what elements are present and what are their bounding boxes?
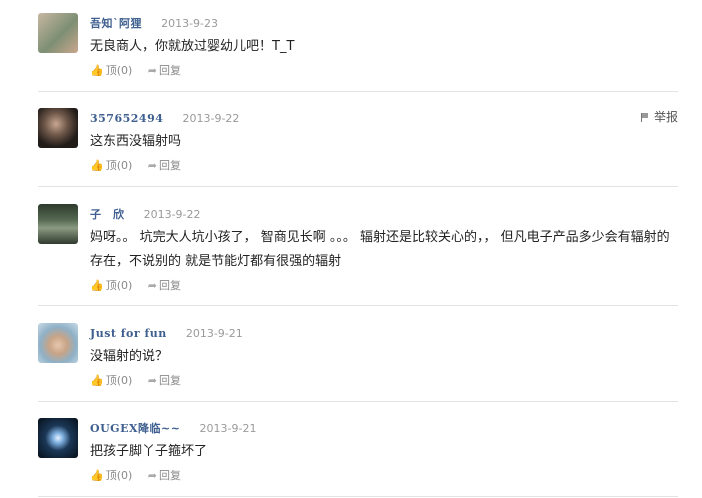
comment-item: 子 欣 2013-9-22 妈呀。。 坑完大人坑小孩了， 智商见长啊 。。。 辐… xyxy=(38,204,678,306)
comment-actions: 👍 顶(0) ➦ 回复 xyxy=(90,158,678,174)
username-link[interactable]: Just for fun xyxy=(90,327,167,340)
like-count: (0) xyxy=(116,64,133,77)
like-label: 顶 xyxy=(105,159,117,172)
like-button[interactable]: 👍 顶(0) xyxy=(90,63,132,79)
username-link[interactable]: OUGEX降临~~ xyxy=(90,422,180,435)
like-count: (0) xyxy=(116,279,133,292)
like-label: 顶 xyxy=(105,279,117,292)
comment-item: 吾知`阿狸 2013-9-23 无良商人，你就放过婴幼儿吧！T_T 👍 顶(0) … xyxy=(38,13,678,92)
comment-item: OUGEX降临~~ 2013-9-21 把孩子脚丫子箍坏了 👍 顶(0) ➦ 回复 xyxy=(38,418,678,497)
like-label: 顶 xyxy=(105,374,117,387)
timestamp: 2013-9-22 xyxy=(143,208,201,221)
timestamp: 2013-9-22 xyxy=(182,112,240,125)
username-link[interactable]: 子 欣 xyxy=(90,208,125,221)
reply-label: 回复 xyxy=(159,159,182,172)
thumbs-up-icon: 👍 xyxy=(90,374,104,387)
comment-meta: 357652494 2013-9-22 xyxy=(90,108,678,126)
comment-text: 这东西没辐射吗 xyxy=(90,134,182,149)
comment-body: Just for fun 2013-9-21 没辐射的说？ 👍 顶(0) ➦ 回复 xyxy=(90,323,678,389)
reply-arrow-icon: ➦ xyxy=(147,64,158,77)
thumbs-up-icon: 👍 xyxy=(90,64,104,77)
like-count: (0) xyxy=(116,374,133,387)
comment-text: 没辐射的说？ xyxy=(90,349,169,364)
comment-body: OUGEX降临~~ 2013-9-21 把孩子脚丫子箍坏了 👍 顶(0) ➦ 回复 xyxy=(90,418,678,484)
comment-actions: 👍 顶(0) ➦ 回复 xyxy=(90,278,678,294)
comment-meta: 吾知`阿狸 2013-9-23 xyxy=(90,13,678,31)
avatar[interactable] xyxy=(38,108,78,148)
like-label: 顶 xyxy=(105,64,117,77)
timestamp: 2013-9-21 xyxy=(185,327,243,340)
reply-button[interactable]: ➦ 回复 xyxy=(148,468,181,484)
username-link[interactable]: 357652494 xyxy=(90,112,163,125)
report-label: 举报 xyxy=(653,110,678,124)
reply-label: 回复 xyxy=(159,279,182,292)
report-button[interactable]: 举报 xyxy=(640,108,678,126)
reply-label: 回复 xyxy=(159,64,182,77)
thumbs-up-icon: 👍 xyxy=(90,279,104,292)
comment-item: 357652494 2013-9-22 举报 这东西没辐射吗 👍 顶(0) ➦ 回复 xyxy=(38,108,678,187)
like-button[interactable]: 👍 顶(0) xyxy=(90,373,132,389)
reply-arrow-icon: ➦ xyxy=(147,374,158,387)
comment-actions: 👍 顶(0) ➦ 回复 xyxy=(90,63,678,79)
comment-text: 妈呀。。 坑完大人坑小孩了， 智商见长啊 。。。 辐射还是比较关心的，， 但凡电… xyxy=(90,230,670,269)
comment-meta: OUGEX降临~~ 2013-9-21 xyxy=(90,418,678,436)
reply-arrow-icon: ➦ xyxy=(147,279,158,292)
comment-text: 无良商人，你就放过婴幼儿吧！T_T xyxy=(90,39,295,54)
comment-item: Just for fun 2013-9-21 没辐射的说？ 👍 顶(0) ➦ 回复 xyxy=(38,323,678,402)
username-link[interactable]: 吾知`阿狸 xyxy=(90,17,142,30)
comment-meta: 子 欣 2013-9-22 xyxy=(90,204,678,222)
reply-arrow-icon: ➦ xyxy=(147,159,158,172)
reply-arrow-icon: ➦ xyxy=(147,469,158,482)
comment-text: 把孩子脚丫子箍坏了 xyxy=(90,444,208,459)
avatar[interactable] xyxy=(38,204,78,244)
comment-meta: Just for fun 2013-9-21 xyxy=(90,323,678,341)
like-count: (0) xyxy=(116,469,133,482)
reply-button[interactable]: ➦ 回复 xyxy=(148,158,181,174)
avatar[interactable] xyxy=(38,323,78,363)
like-button[interactable]: 👍 顶(0) xyxy=(90,468,132,484)
like-button[interactable]: 👍 顶(0) xyxy=(90,278,132,294)
like-count: (0) xyxy=(116,159,133,172)
avatar[interactable] xyxy=(38,13,78,53)
reply-label: 回复 xyxy=(159,469,182,482)
comment-body: 357652494 2013-9-22 举报 这东西没辐射吗 👍 顶(0) ➦ 回复 xyxy=(90,108,678,174)
comment-actions: 👍 顶(0) ➦ 回复 xyxy=(90,373,678,389)
reply-label: 回复 xyxy=(159,374,182,387)
reply-button[interactable]: ➦ 回复 xyxy=(148,63,181,79)
flag-icon xyxy=(640,113,650,122)
timestamp: 2013-9-23 xyxy=(161,17,219,30)
comment-body: 子 欣 2013-9-22 妈呀。。 坑完大人坑小孩了， 智商见长啊 。。。 辐… xyxy=(90,204,678,294)
timestamp: 2013-9-21 xyxy=(199,422,257,435)
avatar[interactable] xyxy=(38,418,78,458)
thumbs-up-icon: 👍 xyxy=(90,469,104,482)
comment-body: 吾知`阿狸 2013-9-23 无良商人，你就放过婴幼儿吧！T_T 👍 顶(0) … xyxy=(90,13,678,79)
reply-button[interactable]: ➦ 回复 xyxy=(148,278,181,294)
like-label: 顶 xyxy=(105,469,117,482)
reply-button[interactable]: ➦ 回复 xyxy=(148,373,181,389)
comment-actions: 👍 顶(0) ➦ 回复 xyxy=(90,468,678,484)
thumbs-up-icon: 👍 xyxy=(90,159,104,172)
like-button[interactable]: 👍 顶(0) xyxy=(90,158,132,174)
